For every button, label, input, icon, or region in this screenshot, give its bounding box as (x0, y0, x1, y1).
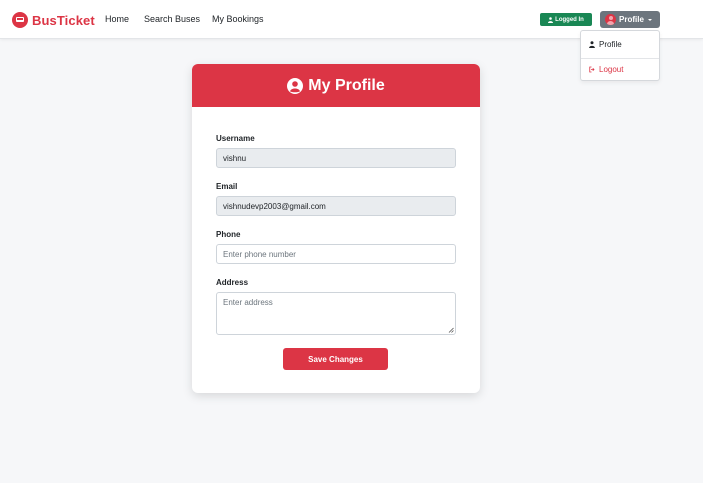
card-header: My Profile (192, 64, 480, 107)
nav-link-home[interactable]: Home (105, 14, 129, 24)
username-field: vishnu (216, 148, 456, 168)
profile-card: My Profile Username vishnu Email vishnud… (192, 64, 480, 393)
save-changes-button[interactable]: Save Changes (283, 348, 388, 370)
dropdown-item-profile[interactable]: Profile (581, 36, 659, 52)
dropdown-item-label: Logout (599, 64, 624, 74)
logged-in-label: Logged In (555, 16, 584, 23)
avatar (605, 14, 616, 25)
dropdown-item-logout[interactable]: Logout (581, 61, 659, 77)
dropdown-item-label: Profile (599, 39, 622, 49)
address-placeholder: Enter address (223, 298, 273, 307)
user-icon (548, 16, 554, 23)
email-label: Email (216, 182, 238, 191)
resize-grip-icon[interactable] (448, 327, 454, 333)
address-textarea[interactable]: Enter address (216, 292, 456, 335)
nav-link-my-bookings[interactable]: My Bookings (212, 14, 264, 24)
address-label: Address (216, 278, 249, 287)
email-field: vishnudevp2003@gmail.com (216, 196, 456, 216)
phone-input[interactable]: Enter phone number (216, 244, 456, 264)
user-icon (589, 40, 595, 48)
username-label: Username (216, 134, 255, 143)
brand-name: BusTicket (32, 12, 95, 28)
page-title: My Profile (308, 76, 385, 94)
brand-link[interactable]: BusTicket (12, 10, 95, 30)
dropdown-divider (581, 58, 659, 59)
profile-button-label: Profile (619, 15, 644, 24)
bus-icon (12, 12, 28, 28)
profile-dropdown-menu: Profile Logout (580, 30, 660, 81)
profile-dropdown-toggle[interactable]: Profile (600, 11, 660, 28)
phone-label: Phone (216, 230, 241, 239)
nav-link-search-buses[interactable]: Search Buses (144, 14, 200, 24)
logged-in-badge: Logged In (540, 13, 592, 26)
logout-icon (589, 66, 595, 72)
user-circle-icon (287, 77, 304, 94)
caret-down-icon (647, 18, 652, 21)
